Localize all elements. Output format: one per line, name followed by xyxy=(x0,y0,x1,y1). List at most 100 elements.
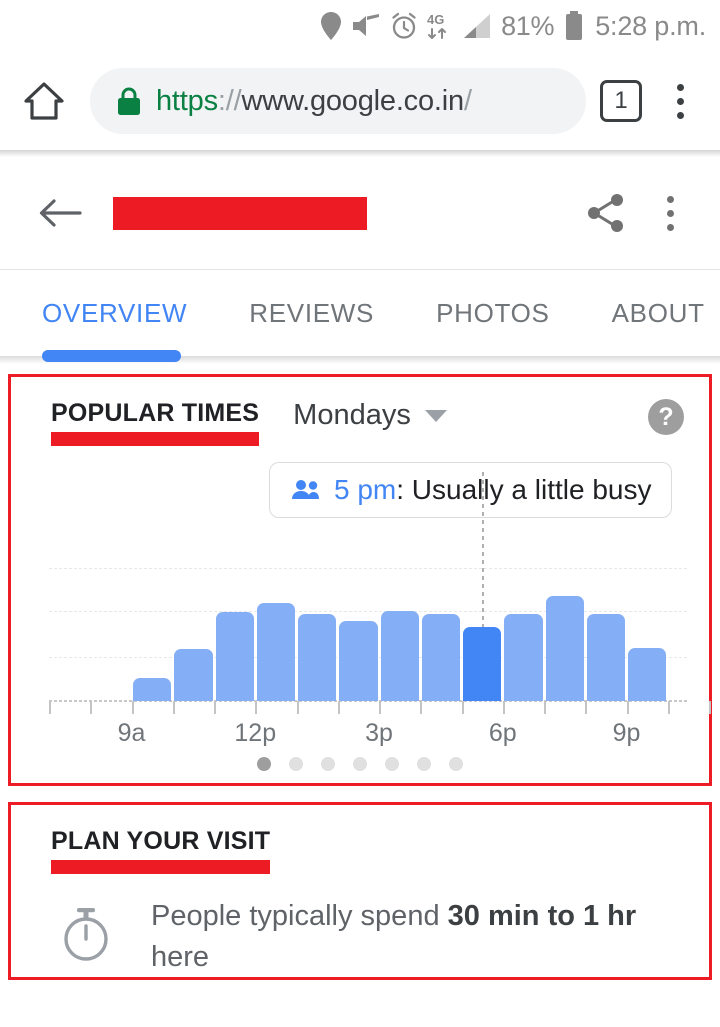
day-selector-label: Mondays xyxy=(293,399,411,431)
chart-bar[interactable] xyxy=(380,610,419,701)
tab-photos[interactable]: PHOTOS xyxy=(436,270,550,356)
chart-tick xyxy=(172,701,175,714)
chevron-down-icon xyxy=(424,409,447,422)
carousel-dot[interactable] xyxy=(353,757,367,771)
chart-tick xyxy=(49,701,51,714)
carousel-dot[interactable] xyxy=(321,757,335,771)
tab-about[interactable]: ABOUT xyxy=(612,270,705,356)
lock-icon xyxy=(116,85,142,117)
help-icon[interactable]: ? xyxy=(648,399,684,435)
place-menu-icon[interactable] xyxy=(648,185,692,241)
browser-menu-icon[interactable] xyxy=(656,73,704,129)
popular-times-title: POPULAR TIMES xyxy=(51,399,260,446)
chart-bar[interactable] xyxy=(545,596,584,701)
kebab-dot xyxy=(676,111,684,119)
chart-bar[interactable] xyxy=(298,614,337,701)
tab-overview[interactable]: OVERVIEW xyxy=(42,270,187,356)
tooltip-time: 5 pm xyxy=(334,474,397,505)
share-icon[interactable] xyxy=(578,185,634,241)
popular-times-card: POPULAR TIMES Mondays ? 5 pm : Usually a… xyxy=(8,374,712,786)
chart-bar[interactable] xyxy=(133,678,172,701)
status-clock: 5:28 p.m. xyxy=(595,10,706,41)
plan-visit-text-after: here xyxy=(151,941,210,974)
url-separator: :// xyxy=(217,84,242,117)
carousel-dot[interactable] xyxy=(289,757,303,771)
chart-tick xyxy=(626,701,629,714)
chart-tick xyxy=(709,701,711,714)
chart-x-label: 9a xyxy=(117,719,146,747)
chart-bar[interactable] xyxy=(586,614,625,701)
chart-bar[interactable] xyxy=(256,602,295,701)
kebab-dot xyxy=(676,97,684,105)
chart-x-label: 9p xyxy=(612,719,641,747)
busyness-tooltip: 5 pm : Usually a little busy xyxy=(269,462,673,518)
day-selector[interactable]: Mondays xyxy=(293,399,447,432)
browser-toolbar: https://www.google.co.in/ 1 xyxy=(0,52,720,150)
url-host: www.google.co.in xyxy=(241,84,464,117)
chart-bar[interactable] xyxy=(174,649,213,701)
mute-icon xyxy=(351,13,381,39)
tab-count-label: 1 xyxy=(614,87,628,114)
plan-visit-text-before: People typically spend xyxy=(151,900,448,932)
chart-tick xyxy=(90,701,93,714)
chart-tick xyxy=(461,701,464,714)
plan-visit-title: PLAN YOUR VISIT xyxy=(51,827,271,874)
url-path: / xyxy=(463,84,472,117)
home-icon[interactable] xyxy=(16,73,72,129)
carousel-dot[interactable] xyxy=(385,757,399,771)
active-tab-indicator xyxy=(42,350,181,362)
tooltip-status: : Usually a little busy xyxy=(396,474,652,505)
chart-x-label: 6p xyxy=(488,719,517,747)
chart-bar[interactable] xyxy=(421,614,460,701)
carousel-dot[interactable] xyxy=(449,757,463,771)
popular-times-header: POPULAR TIMES Mondays xyxy=(11,377,709,446)
plan-visit-text: People typically spend 30 min to 1 hr he… xyxy=(151,896,671,978)
svg-text:4G: 4G xyxy=(427,12,444,27)
stopwatch-icon xyxy=(53,896,119,964)
chart-bar[interactable] xyxy=(215,612,254,701)
kebab-dot xyxy=(666,223,674,231)
chart-highlight-marker xyxy=(482,472,485,627)
tab-reviews[interactable]: REVIEWS xyxy=(249,270,374,356)
status-bar: 4G 81% 5:28 p.m. xyxy=(0,0,720,52)
address-bar[interactable]: https://www.google.co.in/ xyxy=(90,68,586,134)
kebab-dot xyxy=(666,209,674,217)
chart-bar[interactable] xyxy=(463,626,502,701)
url-scheme: https xyxy=(156,84,218,117)
chart-tick xyxy=(585,701,588,714)
chart-bar[interactable] xyxy=(339,620,378,701)
chart-gridline xyxy=(49,567,687,569)
chart-tick xyxy=(337,701,340,714)
chart-tick xyxy=(255,701,258,714)
chart-bar[interactable] xyxy=(504,614,543,701)
back-arrow-icon[interactable] xyxy=(34,187,86,239)
chart-x-label: 12p xyxy=(234,719,277,747)
signal-strength-icon xyxy=(462,12,492,40)
carousel-dot[interactable] xyxy=(257,757,271,771)
plan-visit-header: PLAN YOUR VISIT xyxy=(11,805,709,874)
chart-bar[interactable] xyxy=(628,647,667,701)
people-icon xyxy=(290,478,322,502)
chart-tick xyxy=(296,701,299,714)
chart-tick xyxy=(544,701,546,714)
location-icon xyxy=(320,12,342,40)
chart-tick xyxy=(214,701,216,714)
toolbar-shadow xyxy=(0,150,720,157)
url-text: https://www.google.co.in/ xyxy=(156,84,472,117)
chart-tick xyxy=(379,701,381,714)
tab-switcher-button[interactable]: 1 xyxy=(600,80,642,122)
chart-tick xyxy=(131,701,134,714)
chart-tick xyxy=(420,701,423,714)
carousel-dot[interactable] xyxy=(417,757,431,771)
place-header xyxy=(0,157,720,269)
kebab-dot xyxy=(676,83,684,91)
carousel-pager[interactable] xyxy=(11,757,709,771)
place-title-redacted xyxy=(113,196,367,230)
chart-plot-area: 9a 12p 3p 6p 9p xyxy=(11,472,711,747)
battery-percent-label: 81% xyxy=(501,10,555,41)
popular-times-chart: 9a 12p 3p 6p 9p xyxy=(11,472,711,747)
4g-data-icon: 4G xyxy=(427,11,453,41)
tab-bar: OVERVIEW REVIEWS PHOTOS ABOUT xyxy=(0,270,720,362)
kebab-dot xyxy=(666,195,674,203)
alarm-icon xyxy=(390,12,418,40)
